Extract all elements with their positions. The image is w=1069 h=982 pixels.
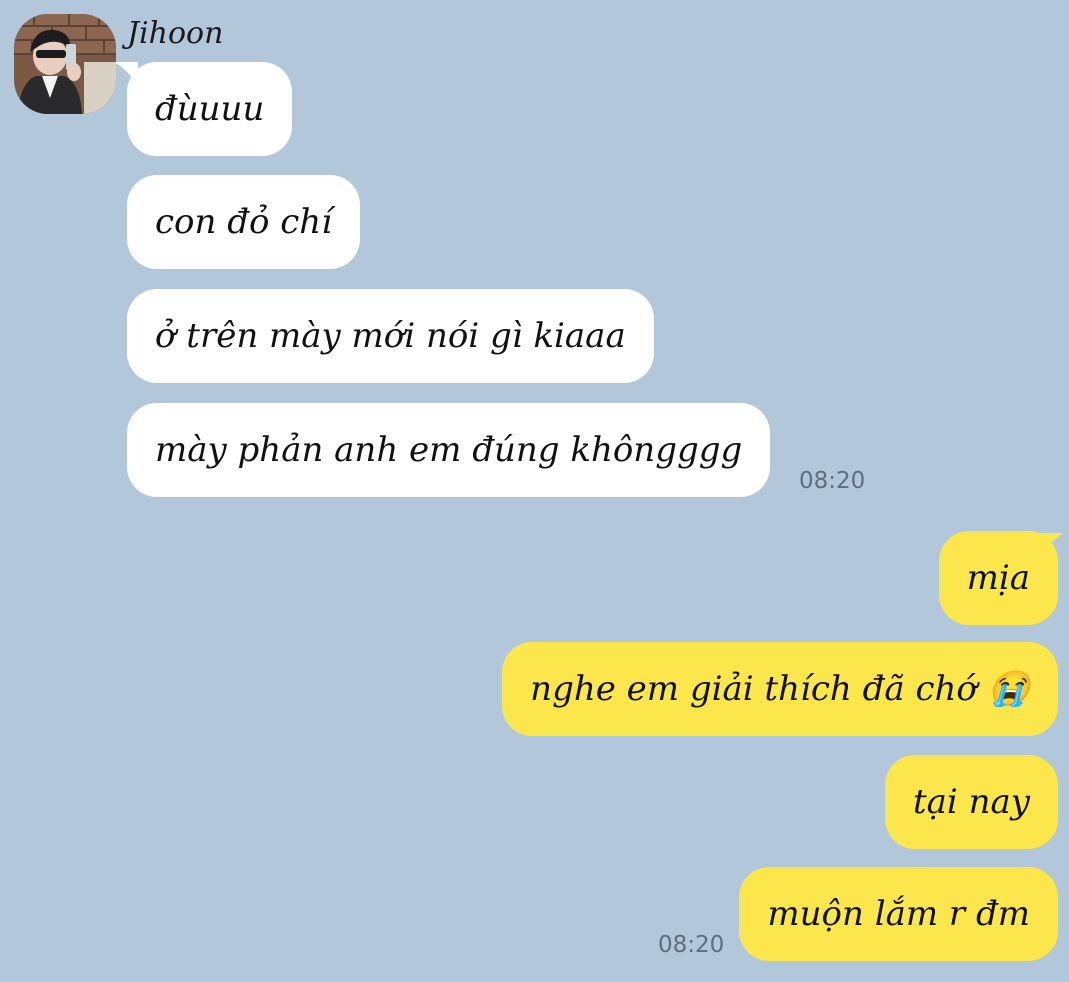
incoming-timestamp: 08:20: [799, 468, 866, 494]
incoming-message[interactable]: mày phản anh em đúng khôngggg: [127, 403, 771, 497]
outgoing-message[interactable]: tại nay: [885, 755, 1058, 849]
sender-name: Jihoon: [127, 16, 224, 51]
chat-area: Jihoon đùuuu con đỏ chí ở trên mày mới n…: [0, 0, 1069, 982]
sender-avatar[interactable]: [14, 14, 116, 114]
incoming-message[interactable]: đùuuu: [127, 62, 293, 156]
incoming-message[interactable]: ở trên mày mới nói gì kiaaa: [127, 289, 654, 383]
avatar-photo: [14, 14, 116, 114]
incoming-message[interactable]: con đỏ chí: [127, 175, 361, 269]
outgoing-timestamp: 08:20: [658, 932, 725, 958]
outgoing-message[interactable]: mịa: [938, 531, 1058, 625]
outgoing-message[interactable]: nghe em giải thích đã chớ 😭: [502, 642, 1058, 736]
outgoing-message[interactable]: muộn lắm r đm: [739, 867, 1058, 961]
